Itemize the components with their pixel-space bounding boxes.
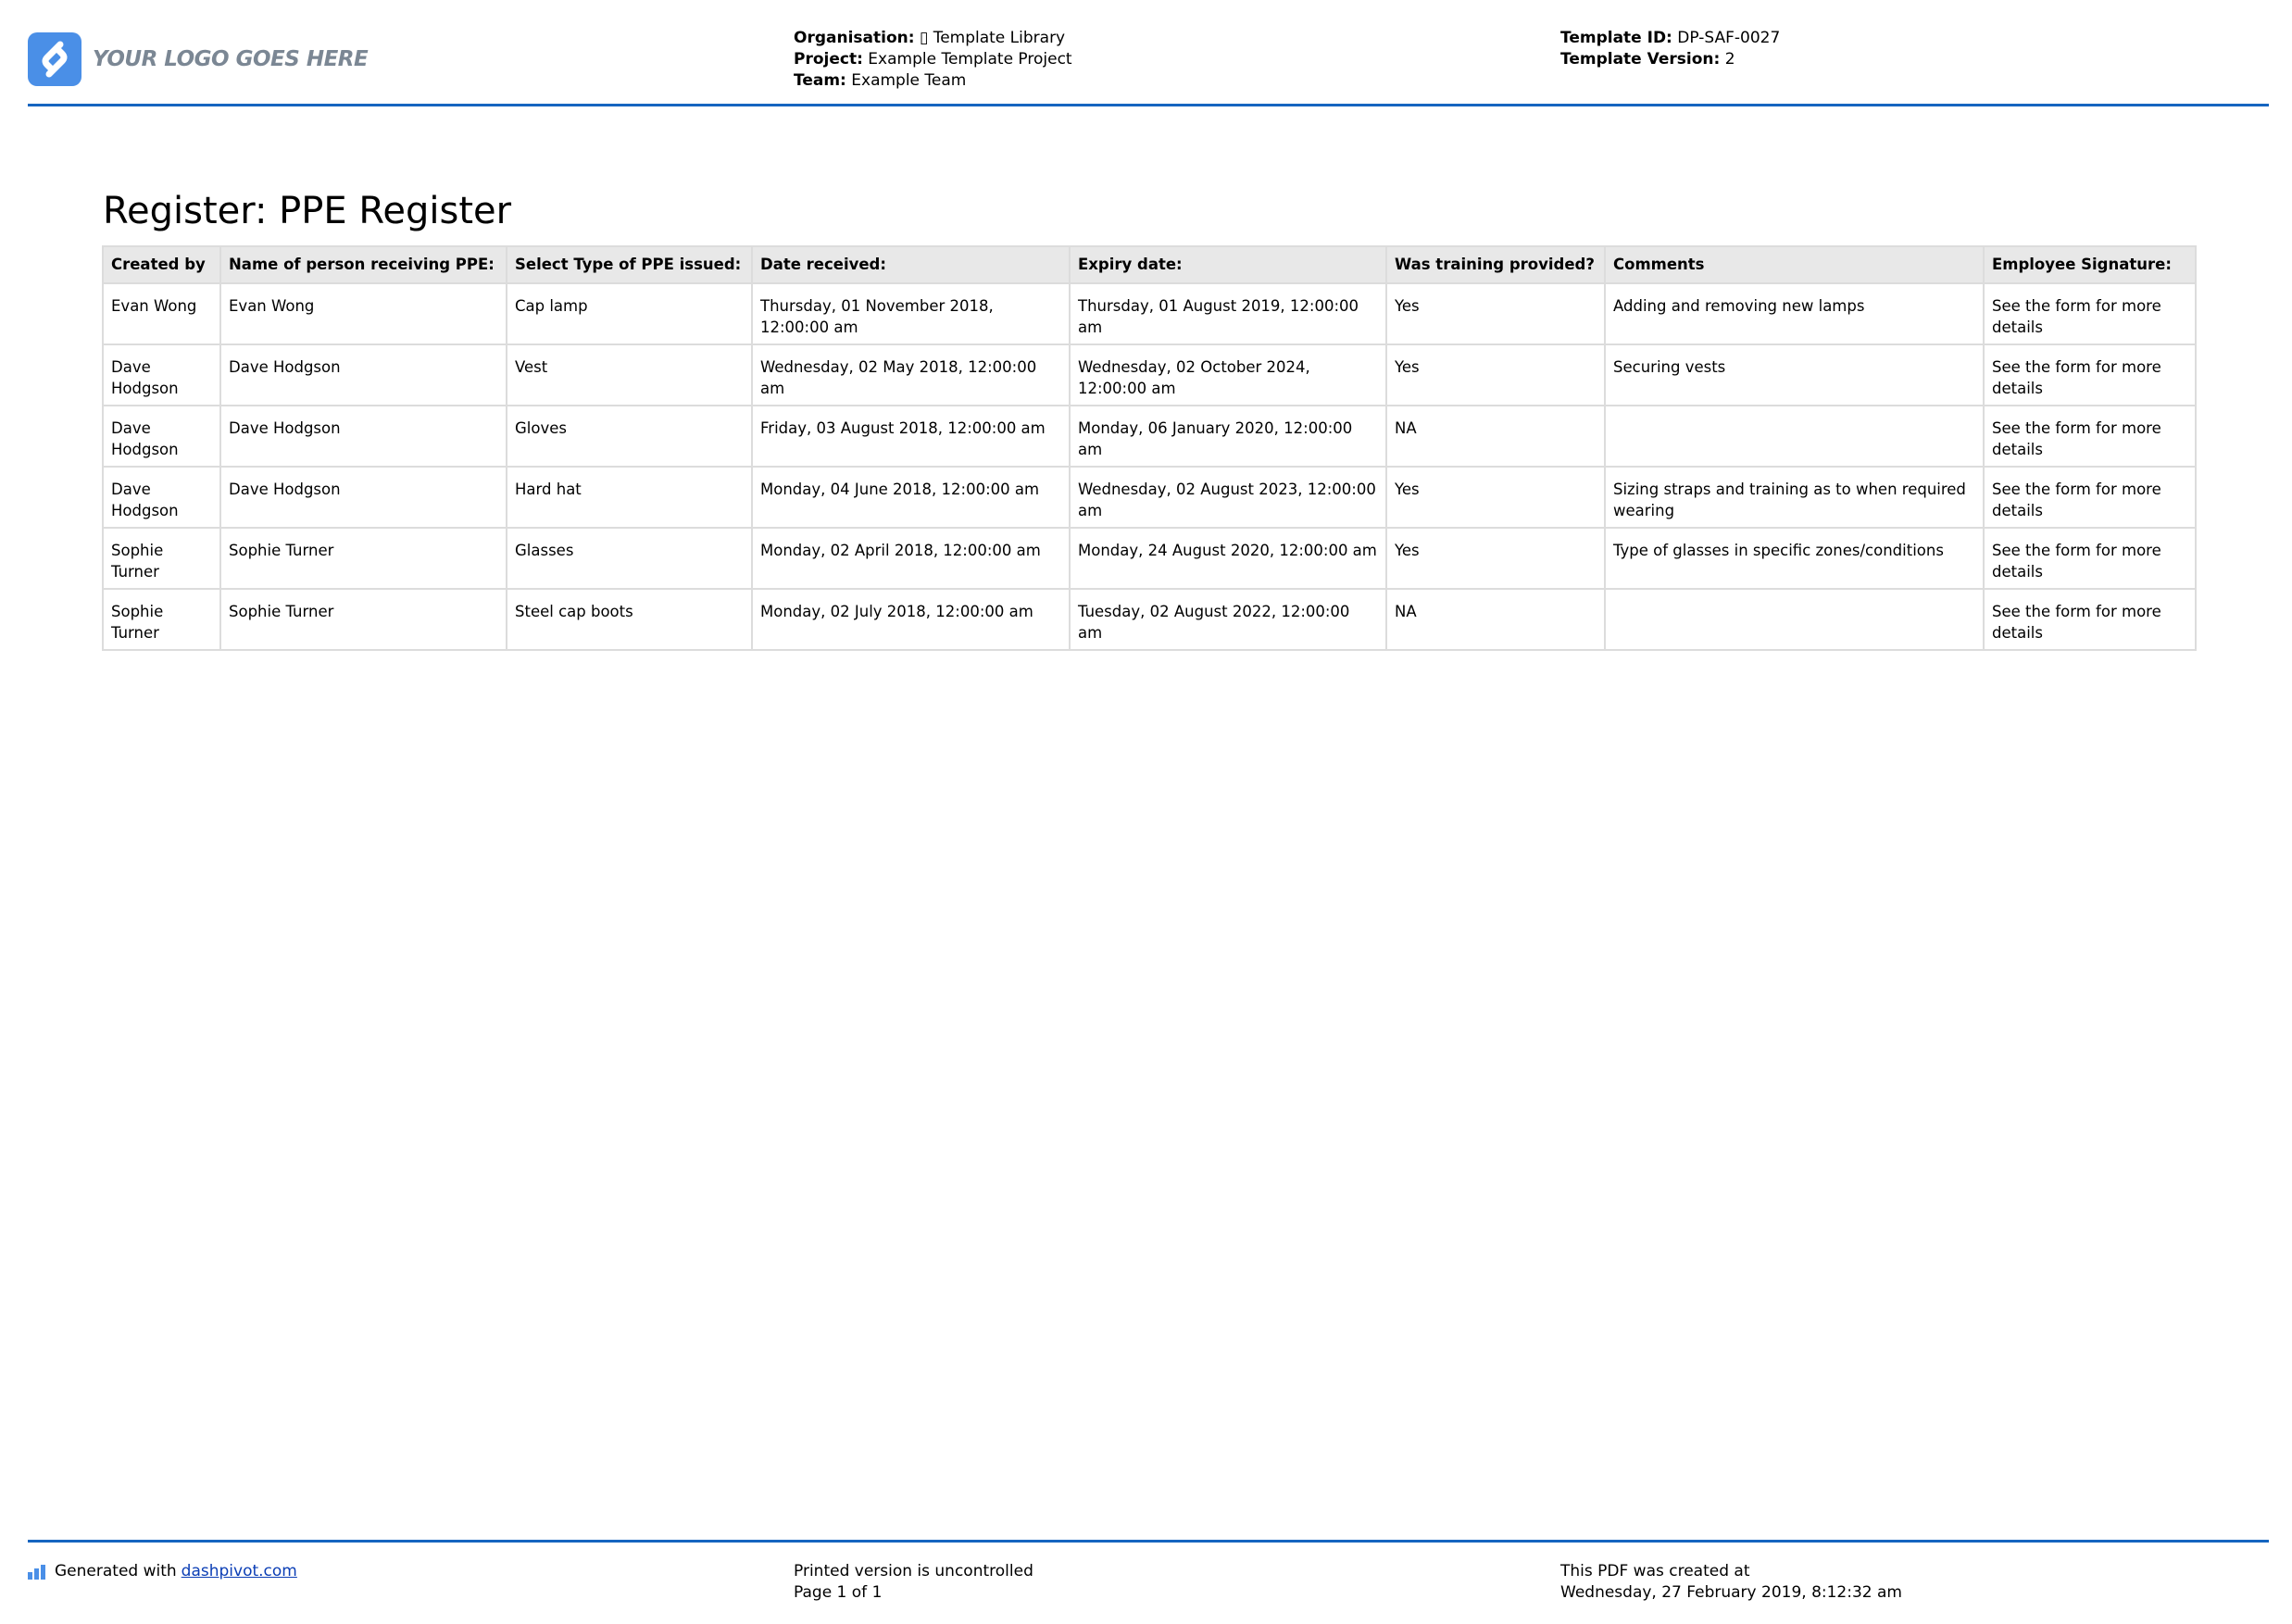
template-id-line: Template ID: DP-SAF-0027 <box>1560 28 1780 49</box>
ppe-register-table: Created by Name of person receiving PPE:… <box>102 245 2197 651</box>
cell-date-received: Monday, 02 July 2018, 12:00:00 am <box>751 588 1071 651</box>
page-header: YOUR LOGO GOES HERE Organisation: ▯ Temp… <box>28 0 2269 106</box>
cell-expiry-date: Wednesday, 02 August 2023, 12:00:00 am <box>1069 466 1387 529</box>
table-row[interactable]: Dave Hodgson Dave Hodgson Hard hat Monda… <box>102 466 2197 529</box>
cell-person-name: Sophie Turner <box>219 588 507 651</box>
column-header-date-received: Date received: <box>751 245 1071 284</box>
cell-training: Yes <box>1385 282 1606 345</box>
header-template-info: Template ID: DP-SAF-0027 Template Versio… <box>1560 28 1780 70</box>
table-row[interactable]: Dave Hodgson Dave Hodgson Gloves Friday,… <box>102 405 2197 468</box>
team-line: Team: Example Team <box>794 70 1072 92</box>
organisation-line: Organisation: ▯ Template Library <box>794 28 1072 49</box>
table-row[interactable]: Sophie Turner Sophie Turner Glasses Mond… <box>102 527 2197 590</box>
cell-signature: See the form for more details <box>1983 588 2197 651</box>
cell-date-received: Wednesday, 02 May 2018, 12:00:00 am <box>751 344 1071 406</box>
table-row[interactable]: Sophie Turner Sophie Turner Steel cap bo… <box>102 588 2197 651</box>
page-title: Register: PPE Register <box>103 190 512 232</box>
organisation-label: Organisation: <box>794 29 915 47</box>
print-notice: Printed version is uncontrolled Page 1 o… <box>794 1561 1033 1604</box>
cell-training: Yes <box>1385 527 1606 590</box>
cell-person-name: Evan Wong <box>219 282 507 345</box>
column-header-created-by: Created by <box>102 245 221 284</box>
column-header-ppe-type: Select Type of PPE issued: <box>506 245 753 284</box>
pdf-created-info: This PDF was created at Wednesday, 27 Fe… <box>1560 1561 1902 1604</box>
cell-comments: Securing vests <box>1604 344 1985 406</box>
column-header-person-name: Name of person receiving PPE: <box>219 245 507 284</box>
dashpivot-link[interactable]: dashpivot.com <box>182 1561 297 1582</box>
cell-expiry-date: Wednesday, 02 October 2024, 12:00:00 am <box>1069 344 1387 406</box>
cell-ppe-type: Glasses <box>506 527 753 590</box>
team-value: Example Team <box>851 71 967 90</box>
cell-created-by: Dave Hodgson <box>102 344 221 406</box>
generated-prefix: Generated with <box>55 1562 177 1580</box>
cell-created-by: Dave Hodgson <box>102 466 221 529</box>
table-row[interactable]: Dave Hodgson Dave Hodgson Vest Wednesday… <box>102 344 2197 406</box>
logo-text: YOUR LOGO GOES HERE <box>93 47 369 71</box>
cell-created-by: Sophie Turner <box>102 588 221 651</box>
cell-created-by: Dave Hodgson <box>102 405 221 468</box>
column-header-expiry-date: Expiry date: <box>1069 245 1387 284</box>
company-logo: YOUR LOGO GOES HERE <box>28 31 369 87</box>
logo-mark-icon <box>28 32 81 86</box>
cell-comments: Type of glasses in specific zones/condit… <box>1604 527 1985 590</box>
cell-comments <box>1604 588 1985 651</box>
cell-comments <box>1604 405 1985 468</box>
column-header-signature: Employee Signature: <box>1983 245 2197 284</box>
template-version-line: Template Version: 2 <box>1560 49 1780 70</box>
cell-ppe-type: Steel cap boots <box>506 588 753 651</box>
printed-notice-text: Printed version is uncontrolled <box>794 1562 1033 1580</box>
cell-date-received: Thursday, 01 November 2018, 12:00:00 am <box>751 282 1071 345</box>
generated-with: Generated with dashpivot.com <box>28 1561 297 1582</box>
cell-training: Yes <box>1385 466 1606 529</box>
cell-training: NA <box>1385 588 1606 651</box>
page-footer: Generated with dashpivot.com Printed ver… <box>28 1540 2269 1607</box>
project-value: Example Template Project <box>868 50 1072 69</box>
template-version-label: Template Version: <box>1560 50 1721 69</box>
cell-date-received: Monday, 04 June 2018, 12:00:00 am <box>751 466 1071 529</box>
cell-created-by: Evan Wong <box>102 282 221 345</box>
cell-expiry-date: Thursday, 01 August 2019, 12:00:00 am <box>1069 282 1387 345</box>
cell-signature: See the form for more details <box>1983 527 2197 590</box>
cell-created-by: Sophie Turner <box>102 527 221 590</box>
cell-date-received: Friday, 03 August 2018, 12:00:00 am <box>751 405 1071 468</box>
cell-signature: See the form for more details <box>1983 344 2197 406</box>
cell-signature: See the form for more details <box>1983 282 2197 345</box>
bar-chart-icon <box>28 1564 47 1580</box>
table-header-row: Created by Name of person receiving PPE:… <box>102 245 2197 284</box>
cell-expiry-date: Monday, 24 August 2020, 12:00:00 am <box>1069 527 1387 590</box>
cell-signature: See the form for more details <box>1983 405 2197 468</box>
cell-comments: Adding and removing new lamps <box>1604 282 1985 345</box>
cell-comments: Sizing straps and training as to when re… <box>1604 466 1985 529</box>
cell-training: NA <box>1385 405 1606 468</box>
cell-training: Yes <box>1385 344 1606 406</box>
cell-person-name: Dave Hodgson <box>219 466 507 529</box>
project-label: Project: <box>794 50 863 69</box>
cell-ppe-type: Hard hat <box>506 466 753 529</box>
header-project-info: Organisation: ▯ Template Library Project… <box>794 28 1072 92</box>
cell-ppe-type: Vest <box>506 344 753 406</box>
created-timestamp: Wednesday, 27 February 2019, 8:12:32 am <box>1560 1583 1902 1602</box>
cell-person-name: Dave Hodgson <box>219 344 507 406</box>
created-label: This PDF was created at <box>1560 1562 1750 1580</box>
template-id-value: DP-SAF-0027 <box>1677 29 1781 47</box>
page-number: Page 1 of 1 <box>794 1583 883 1602</box>
cell-person-name: Dave Hodgson <box>219 405 507 468</box>
template-id-label: Template ID: <box>1560 29 1672 47</box>
team-label: Team: <box>794 71 846 90</box>
cell-signature: See the form for more details <box>1983 466 2197 529</box>
template-version-value: 2 <box>1724 50 1735 69</box>
organisation-value: ▯ Template Library <box>919 29 1066 47</box>
cell-date-received: Monday, 02 April 2018, 12:00:00 am <box>751 527 1071 590</box>
project-line: Project: Example Template Project <box>794 49 1072 70</box>
column-header-training: Was training provided? <box>1385 245 1606 284</box>
cell-expiry-date: Monday, 06 January 2020, 12:00:00 am <box>1069 405 1387 468</box>
cell-ppe-type: Gloves <box>506 405 753 468</box>
column-header-comments: Comments <box>1604 245 1985 284</box>
cell-ppe-type: Cap lamp <box>506 282 753 345</box>
cell-expiry-date: Tuesday, 02 August 2022, 12:00:00 am <box>1069 588 1387 651</box>
table-row[interactable]: Evan Wong Evan Wong Cap lamp Thursday, 0… <box>102 282 2197 345</box>
cell-person-name: Sophie Turner <box>219 527 507 590</box>
